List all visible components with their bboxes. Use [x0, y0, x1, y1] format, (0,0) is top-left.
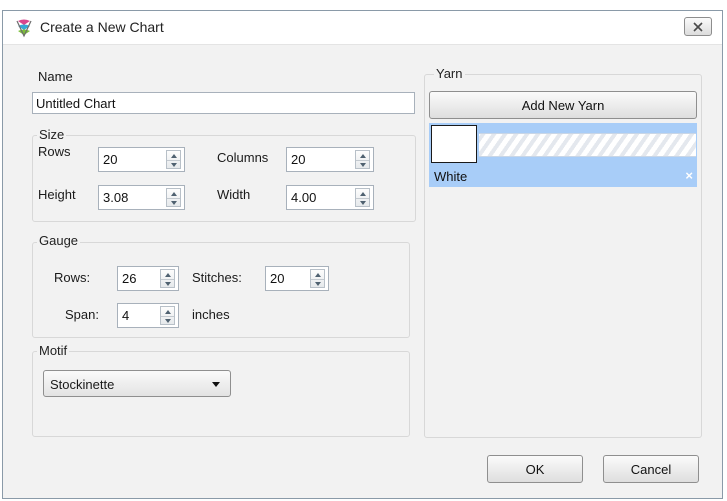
create-chart-dialog: Create a New Chart Name Size Rows 20 Col…: [2, 10, 723, 499]
size-columns-down-button[interactable]: [356, 160, 369, 169]
close-button[interactable]: [684, 17, 712, 36]
arrow-up-icon: [170, 191, 177, 196]
yarn-color-swatch: [431, 125, 477, 163]
size-height-spinner[interactable]: 3.08: [98, 185, 185, 210]
arrow-up-icon: [164, 309, 171, 314]
window-title: Create a New Chart: [40, 19, 164, 35]
arrow-down-icon: [314, 281, 321, 286]
gauge-stitches-down-button[interactable]: [311, 279, 324, 288]
gauge-stitches-spinner[interactable]: 20: [265, 266, 329, 291]
ok-button[interactable]: OK: [487, 455, 583, 483]
remove-yarn-icon[interactable]: ×: [685, 168, 693, 183]
arrow-up-icon: [314, 272, 321, 277]
size-columns-stepper[interactable]: [355, 150, 370, 169]
motif-dropdown[interactable]: Stockinette: [43, 370, 231, 397]
gauge-rows-label: Rows:: [54, 270, 91, 285]
size-rows-value: 20: [103, 152, 118, 167]
gauge-span-stepper[interactable]: [160, 306, 175, 325]
gauge-stitches-label: Stitches:: [192, 270, 242, 285]
yarn-strand-preview: [479, 133, 696, 157]
motif-group-title: Motif: [37, 343, 70, 358]
size-columns-spinner[interactable]: 20: [286, 147, 374, 172]
arrow-up-icon: [359, 191, 366, 196]
size-rows-label: Rows: [38, 144, 71, 159]
gauge-rows-stepper[interactable]: [160, 269, 175, 288]
size-width-down-button[interactable]: [356, 198, 369, 207]
size-columns-value: 20: [291, 152, 306, 167]
size-rows-spinner[interactable]: 20: [98, 147, 185, 172]
size-height-down-button[interactable]: [167, 198, 180, 207]
yarn-list-item[interactable]: White ×: [429, 123, 697, 187]
close-icon: [693, 21, 703, 32]
gauge-span-spinner[interactable]: 4: [117, 303, 179, 328]
gauge-rows-spinner[interactable]: 26: [117, 266, 179, 291]
arrow-down-icon: [359, 162, 366, 167]
yarn-group-title: Yarn: [434, 66, 465, 81]
arrow-down-icon: [164, 281, 171, 286]
arrow-up-icon: [359, 153, 366, 158]
gauge-span-value: 4: [122, 308, 130, 323]
motif-selected-value: Stockinette: [50, 377, 115, 392]
size-group-title: Size: [37, 127, 67, 142]
gauge-group-title: Gauge: [37, 233, 81, 248]
gauge-span-label: Span:: [65, 307, 99, 322]
arrow-down-icon: [170, 200, 177, 205]
size-width-spinner[interactable]: 4.00: [286, 185, 374, 210]
size-width-label: Width: [217, 187, 251, 202]
size-rows-stepper[interactable]: [166, 150, 181, 169]
arrow-down-icon: [164, 318, 171, 323]
gauge-stitches-stepper[interactable]: [310, 269, 325, 288]
gauge-rows-value: 26: [122, 271, 137, 286]
name-input[interactable]: [32, 92, 415, 114]
add-new-yarn-button[interactable]: Add New Yarn: [429, 91, 697, 119]
size-rows-down-button[interactable]: [167, 160, 180, 169]
gauge-stitches-value: 20: [270, 271, 285, 286]
size-height-value: 3.08: [103, 190, 129, 205]
app-logo-icon: [16, 19, 32, 38]
gauge-rows-down-button[interactable]: [161, 279, 174, 288]
yarn-name: White: [434, 169, 468, 184]
arrow-down-icon: [359, 200, 366, 205]
gauge-group: [32, 242, 410, 338]
size-width-value: 4.00: [291, 190, 317, 205]
arrow-up-icon: [164, 272, 171, 277]
size-height-stepper[interactable]: [166, 188, 181, 207]
gauge-span-down-button[interactable]: [161, 316, 174, 325]
size-columns-label: Columns: [217, 150, 269, 165]
cancel-button[interactable]: Cancel: [603, 455, 699, 483]
arrow-down-icon: [170, 162, 177, 167]
gauge-span-unit: inches: [192, 307, 230, 322]
title-bar[interactable]: Create a New Chart: [3, 11, 722, 45]
dropdown-arrow-icon: [212, 382, 220, 387]
size-height-label: Height: [38, 187, 76, 202]
arrow-up-icon: [170, 153, 177, 158]
size-width-stepper[interactable]: [355, 188, 370, 207]
name-label: Name: [38, 69, 73, 84]
